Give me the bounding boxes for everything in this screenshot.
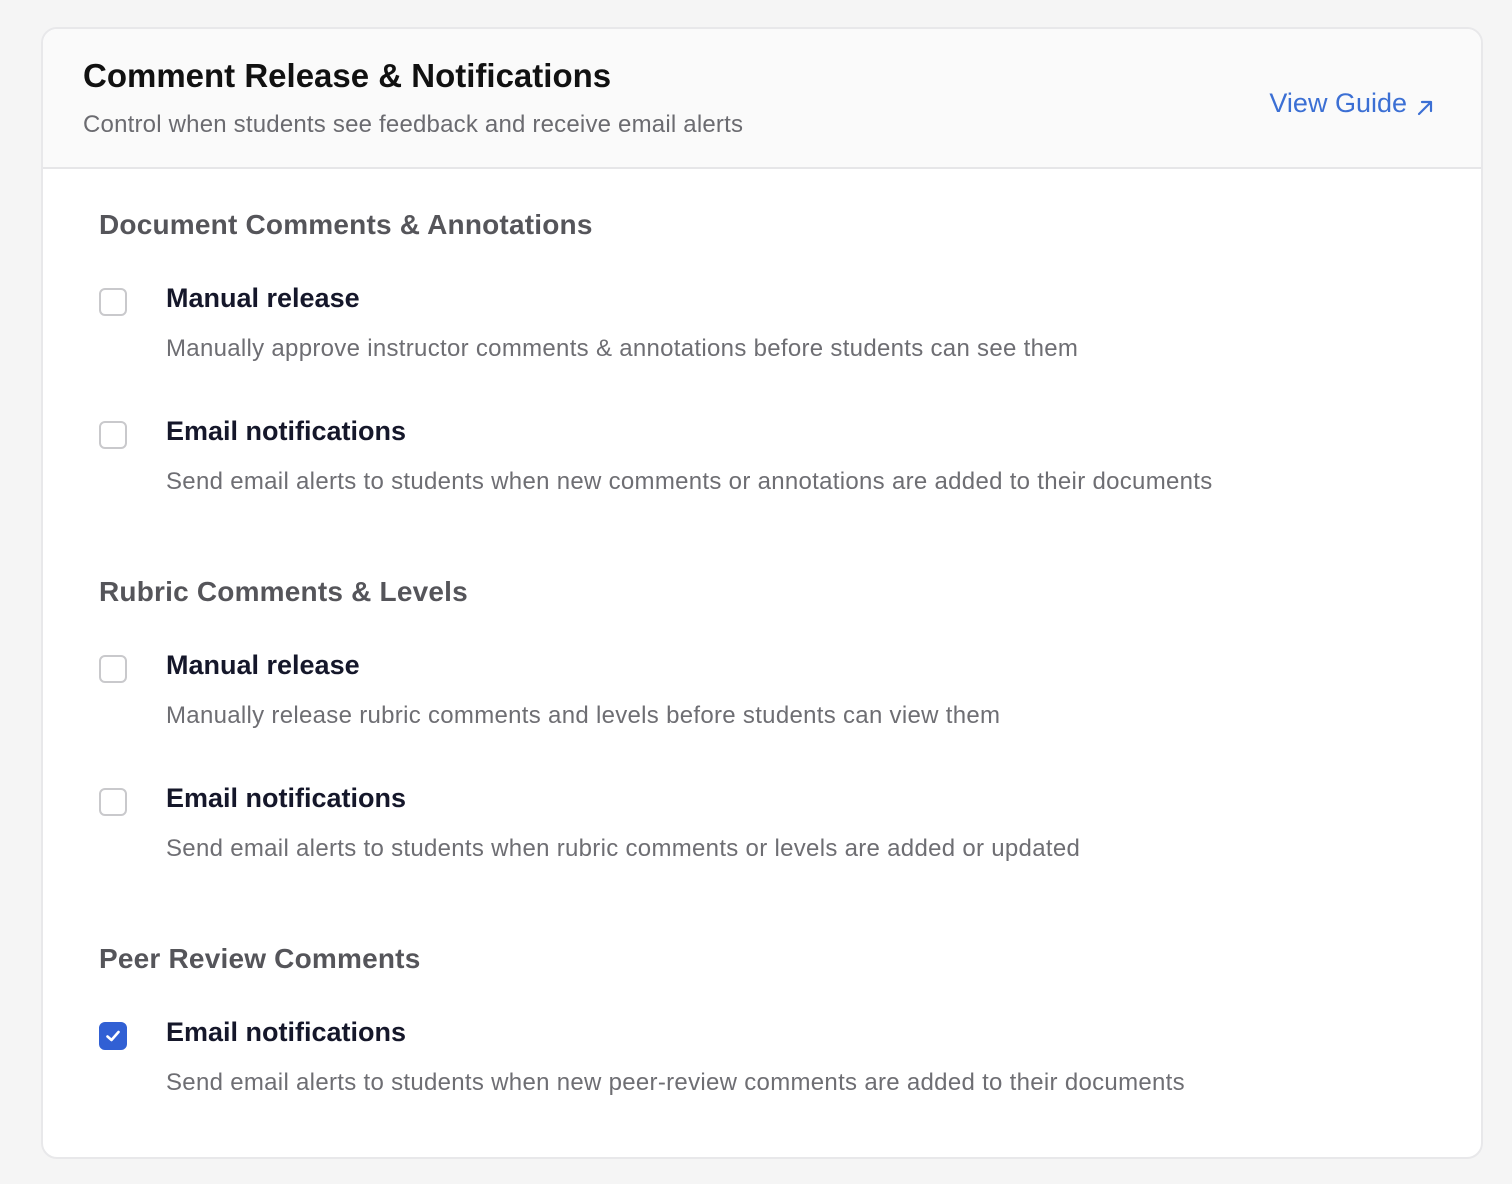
section-peer-review-comments: Peer Review Comments Email notifications… [99,943,1481,1096]
option-description: Manually release rubric comments and lev… [166,702,1001,729]
section-rubric-comments: Rubric Comments & Levels Manual release … [99,576,1481,862]
section-title: Rubric Comments & Levels [99,576,468,607]
section-document-comments: Document Comments & Annotations Manual r… [99,209,1481,495]
option-description: Manually approve instructor comments & a… [166,335,1079,362]
option-label: Manual release [166,283,360,313]
option-label: Email notifications [166,1017,407,1047]
rubric-manual-release-checkbox[interactable] [99,655,127,683]
option-label: Email notifications [166,783,407,813]
external-arrow-icon [1415,94,1435,115]
rubric-email-notifications-checkbox[interactable] [99,788,127,816]
checkmark-icon [106,1030,120,1042]
option-label: Email notifications [166,416,407,446]
option-description: Send email alerts to students when rubri… [166,835,1081,862]
option-label: Manual release [166,650,360,680]
view-guide-label: View Guide [1269,88,1407,118]
option-description: Send email alerts to students when new c… [166,468,1213,495]
document-email-notifications-checkbox[interactable] [99,421,127,449]
card-header: Comment Release & Notifications Control … [43,29,1481,169]
peer-email-notifications-checkbox[interactable] [99,1022,127,1050]
settings-card: Comment Release & Notifications Control … [41,27,1483,1159]
section-title: Peer Review Comments [99,943,421,974]
page-subtitle: Control when students see feedback and r… [83,111,744,138]
section-title: Document Comments & Annotations [99,209,593,240]
page-title: Comment Release & Notifications [83,57,612,94]
option-description: Send email alerts to students when new p… [166,1069,1185,1096]
view-guide-link[interactable]: View Guide [1269,88,1435,119]
document-manual-release-checkbox[interactable] [99,288,127,316]
